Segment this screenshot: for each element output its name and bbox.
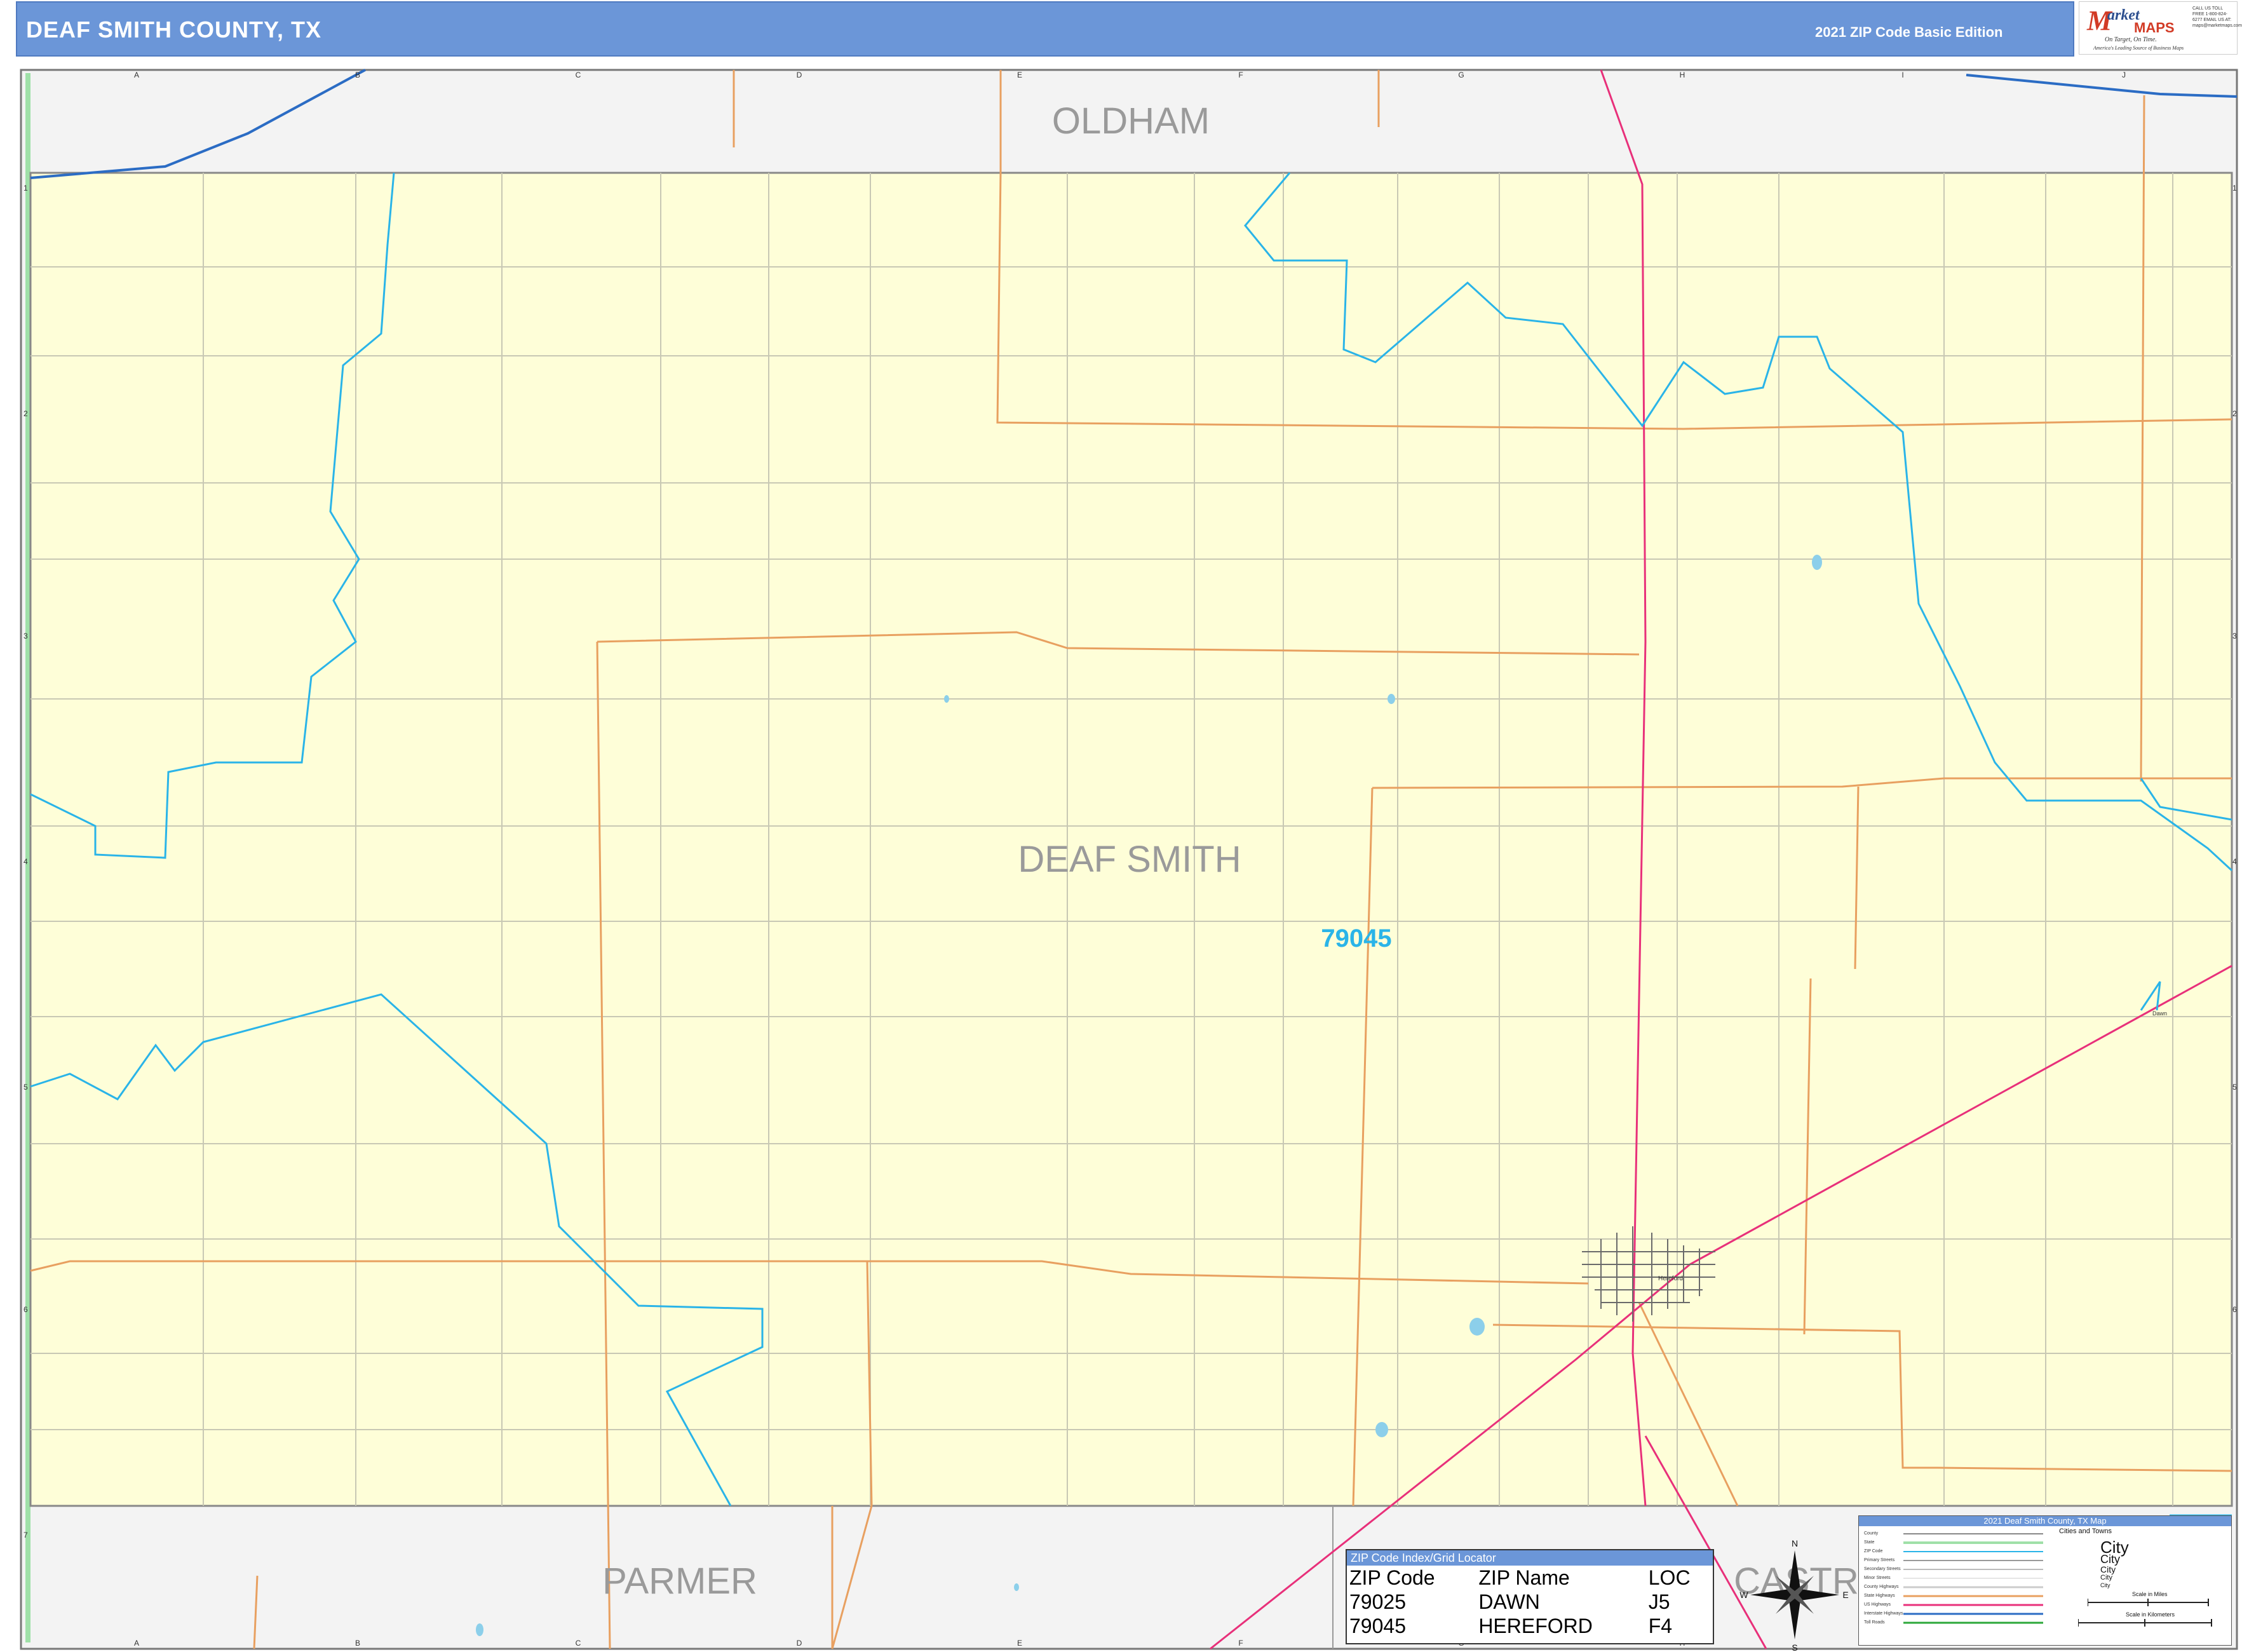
zip-index-grid: ZIP Code ZIP Name LOC 79025 DAWN J5 7904… [1347,1566,1713,1638]
map-legend: 2021 Deaf Smith County, TX Map County St… [1858,1515,2232,1646]
grid-col-bottom-b: B [355,1639,360,1648]
zip-index-col-zip: ZIP Code [1349,1566,1435,1589]
compass-label-n: N [1792,1538,1798,1548]
scale-bar-km [2078,1619,2212,1627]
legend-item: Minor Streets [1864,1576,1891,1580]
grid-col-top-b: B [355,71,360,79]
county-label-parmer: PARMER [602,1561,757,1602]
legend-item: Secondary Streets [1864,1567,1901,1571]
zip-cell: 79045 [1349,1615,1406,1637]
grid-col-top-f: F [1238,71,1243,79]
zip-name-cell: HEREFORD [1478,1615,1593,1637]
zip-cell: 79025 [1349,1590,1406,1613]
legend-symbols [1903,1533,2043,1624]
legend-item: County Highways [1864,1585,1899,1589]
grid-row-right-1: 1 [2232,184,2237,193]
legend-item: County [1864,1531,1879,1536]
grid-col-top-d: D [797,71,802,79]
legend-item: US Highways [1864,1602,1891,1607]
county-label-deaf-smith: DEAF SMITH [1018,839,1241,880]
scale-bar-miles [2088,1599,2209,1606]
grid-col-bottom-a: A [134,1639,139,1648]
legend-city-size-4: City [2100,1574,2112,1581]
town-label-dawn: Dawn [2152,1010,2167,1017]
legend-title: 2021 Deaf Smith County, TX Map [1859,1516,2231,1526]
zip-index-col-loc: LOC [1648,1566,1691,1589]
legend-item: State Highways [1864,1594,1895,1598]
table-row: 79045 HEREFORD F4 [1347,1614,1713,1638]
grid-row-left-2: 2 [24,409,28,418]
zip-index-header-row: ZIP Code ZIP Name LOC [1347,1566,1713,1590]
grid-row-left-3: 3 [24,632,28,640]
legend-item: Toll Roads [1864,1620,1885,1625]
grid-row-left-5: 5 [24,1083,28,1092]
grid-row-left-7: 7 [24,1531,28,1540]
grid-row-left-6: 6 [24,1305,28,1314]
grid-row-right-4: 4 [2232,857,2237,866]
compass-label-w: W [1739,1590,1748,1600]
zip-loc-cell: J5 [1648,1590,1670,1613]
zip-name-cell: DAWN [1478,1590,1540,1613]
grid-col-top-e: E [1017,71,1022,79]
legend-item: State [1864,1540,1875,1545]
grid-col-top-a: A [134,71,139,79]
legend-item: Primary Streets [1864,1558,1895,1562]
county-label-oldham: OLDHAM [1052,100,1210,142]
compass-label-s: S [1792,1642,1797,1652]
zip-label-79045: 79045 [1321,924,1391,952]
grid-row-right-6: 6 [2232,1305,2237,1314]
grid-col-top-c: C [576,71,581,79]
legend-item: ZIP Code [1864,1549,1883,1554]
legend-scale-miles: Scale in Miles [2132,1591,2168,1597]
zip-index-col-name: ZIP Name [1478,1566,1570,1589]
grid-row-left-1: 1 [24,184,28,193]
grid-col-bottom-c: C [576,1639,581,1648]
legend-city-size-3: City [2100,1564,2116,1574]
grid-col-bottom-f: F [1238,1639,1243,1648]
zip-code-index-table: ZIP Code Index/Grid Locator ZIP Code ZIP… [1346,1549,1714,1644]
grid-col-bottom-e: E [1017,1639,1022,1648]
grid-col-top-i: I [1901,71,1903,79]
grid-col-top-j: J [2122,71,2126,79]
grid-col-bottom-d: D [797,1639,802,1648]
grid-row-right-3: 3 [2232,632,2237,640]
town-label-hereford: Hereford [1658,1275,1683,1282]
grid-col-top-h: H [1680,71,1685,79]
grid-col-top-g: G [1458,71,1464,79]
compass-label-e: E [1842,1590,1848,1600]
county-map: A B C D E F G H I J A B C D E F G H I J … [20,69,2238,1652]
grid-row-left-4: 4 [24,857,28,866]
legend-city-size-5: City [2100,1582,2110,1588]
zip-index-heading: ZIP Code Index/Grid Locator [1347,1550,1713,1566]
grid-row-right-5: 5 [2232,1083,2237,1092]
grid-row-right-2: 2 [2232,409,2237,418]
legend-scale-km: Scale in Kilometers [2126,1611,2175,1618]
table-row: 79025 DAWN J5 [1347,1590,1713,1614]
zip-loc-cell: F4 [1648,1615,1673,1637]
legend-cities-heading: Cities and Towns [2059,1527,2112,1535]
legend-item: Interstate Highways [1864,1611,1903,1616]
